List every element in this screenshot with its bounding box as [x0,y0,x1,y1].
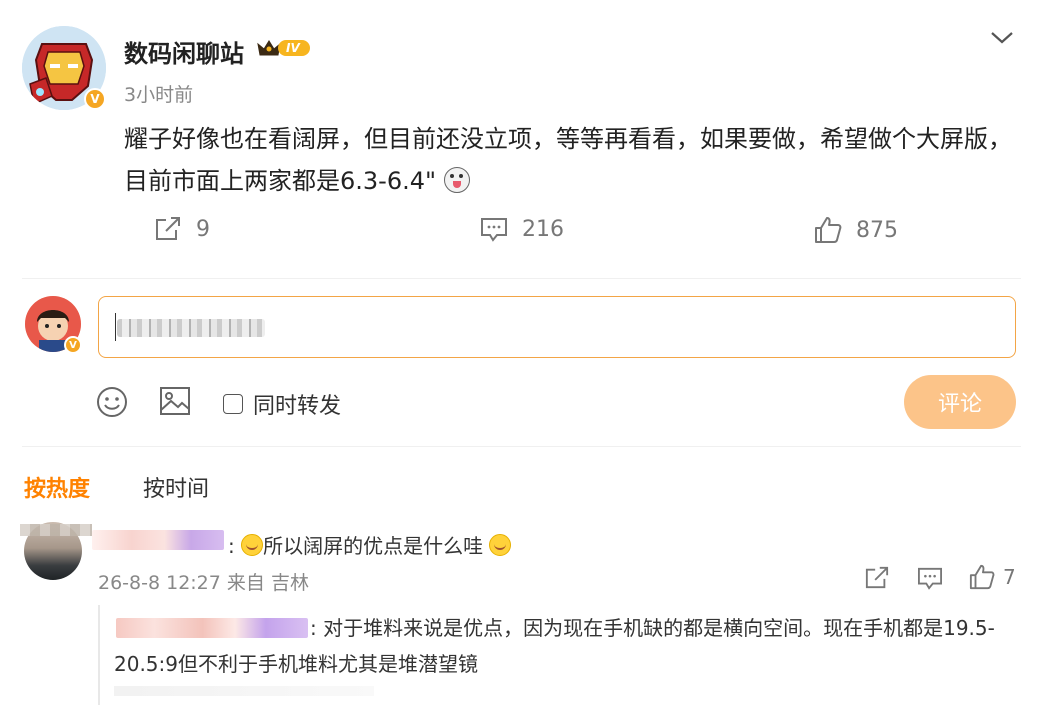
post-text: 耀子好像也在看阔屏，但目前还没立项，等等再看看，如果要做，希望做个大屏版，目前市… [124,125,1012,195]
comment-like-count: 7 [1003,565,1016,589]
post-time[interactable]: 3小时前 [124,80,193,107]
image-button[interactable] [159,386,191,416]
chevron-down-icon[interactable] [989,30,1015,50]
smile-emoji-icon [241,534,264,556]
comment-input[interactable] [98,296,1016,358]
redacted-avatar-strip [20,524,92,536]
reply-body: : 对于堆料来说是优点，因为现在手机缺的都是横向空间。现在手机都是19.5-20… [114,616,995,676]
share-button[interactable]: 9 [154,216,210,242]
member-level: IV [278,40,310,56]
comment-text: 所以阔屏的优点是什么哇 [263,534,484,558]
author-name[interactable]: 数码闲聊站 [124,34,244,69]
tongue-emoji-icon [443,167,470,193]
tab-sort-time[interactable]: 按时间 [143,471,209,503]
smile-emoji-icon [489,534,512,556]
share-icon [865,566,889,589]
comment-location: 来自 吉林 [226,572,309,594]
share-count: 9 [196,216,210,242]
redacted-input-text [117,319,265,337]
comment-icon [918,567,942,590]
verified-badge-icon: V [64,336,82,354]
comment-reply-button[interactable] [917,566,943,594]
text-cursor [115,313,116,341]
post-content: 耀子好像也在看阔屏，但目前还没立项，等等再看看，如果要做，希望做个大屏版，目前市… [124,118,1014,202]
forward-checkbox[interactable]: 同时转发 [223,388,341,420]
redacted-commenter-name[interactable] [92,530,224,550]
submit-comment-button[interactable]: 评论 [904,375,1016,429]
tab-sort-hot[interactable]: 按热度 [24,471,90,503]
divider [22,446,1021,447]
comment-button[interactable]: 216 [480,216,564,242]
divider [22,278,1021,279]
image-icon [160,387,190,415]
comment-like-button[interactable]: 7 [969,564,1016,590]
emoji-button[interactable] [96,386,128,418]
emoji-icon [97,387,127,417]
like-icon [969,564,995,590]
reply-meta-cutoff [114,686,374,696]
share-icon [156,217,180,240]
member-badge[interactable]: IV [256,38,310,58]
like-button[interactable]: 875 [814,216,898,244]
comment-date: 26-8-8 12:27 [98,572,221,594]
comment-meta: 26-8-8 12:27 来自 吉林 [98,568,309,595]
checkbox-icon[interactable] [223,394,243,414]
comment-share-button[interactable] [864,566,890,594]
verified-badge-icon: V [84,88,106,110]
comment-body: : 所以阔屏的优点是什么哇 [228,530,512,559]
comment-icon [481,218,507,242]
forward-label: 同时转发 [253,394,342,419]
like-icon [815,217,842,243]
comment-count: 216 [522,216,564,242]
like-count: 875 [856,217,898,243]
